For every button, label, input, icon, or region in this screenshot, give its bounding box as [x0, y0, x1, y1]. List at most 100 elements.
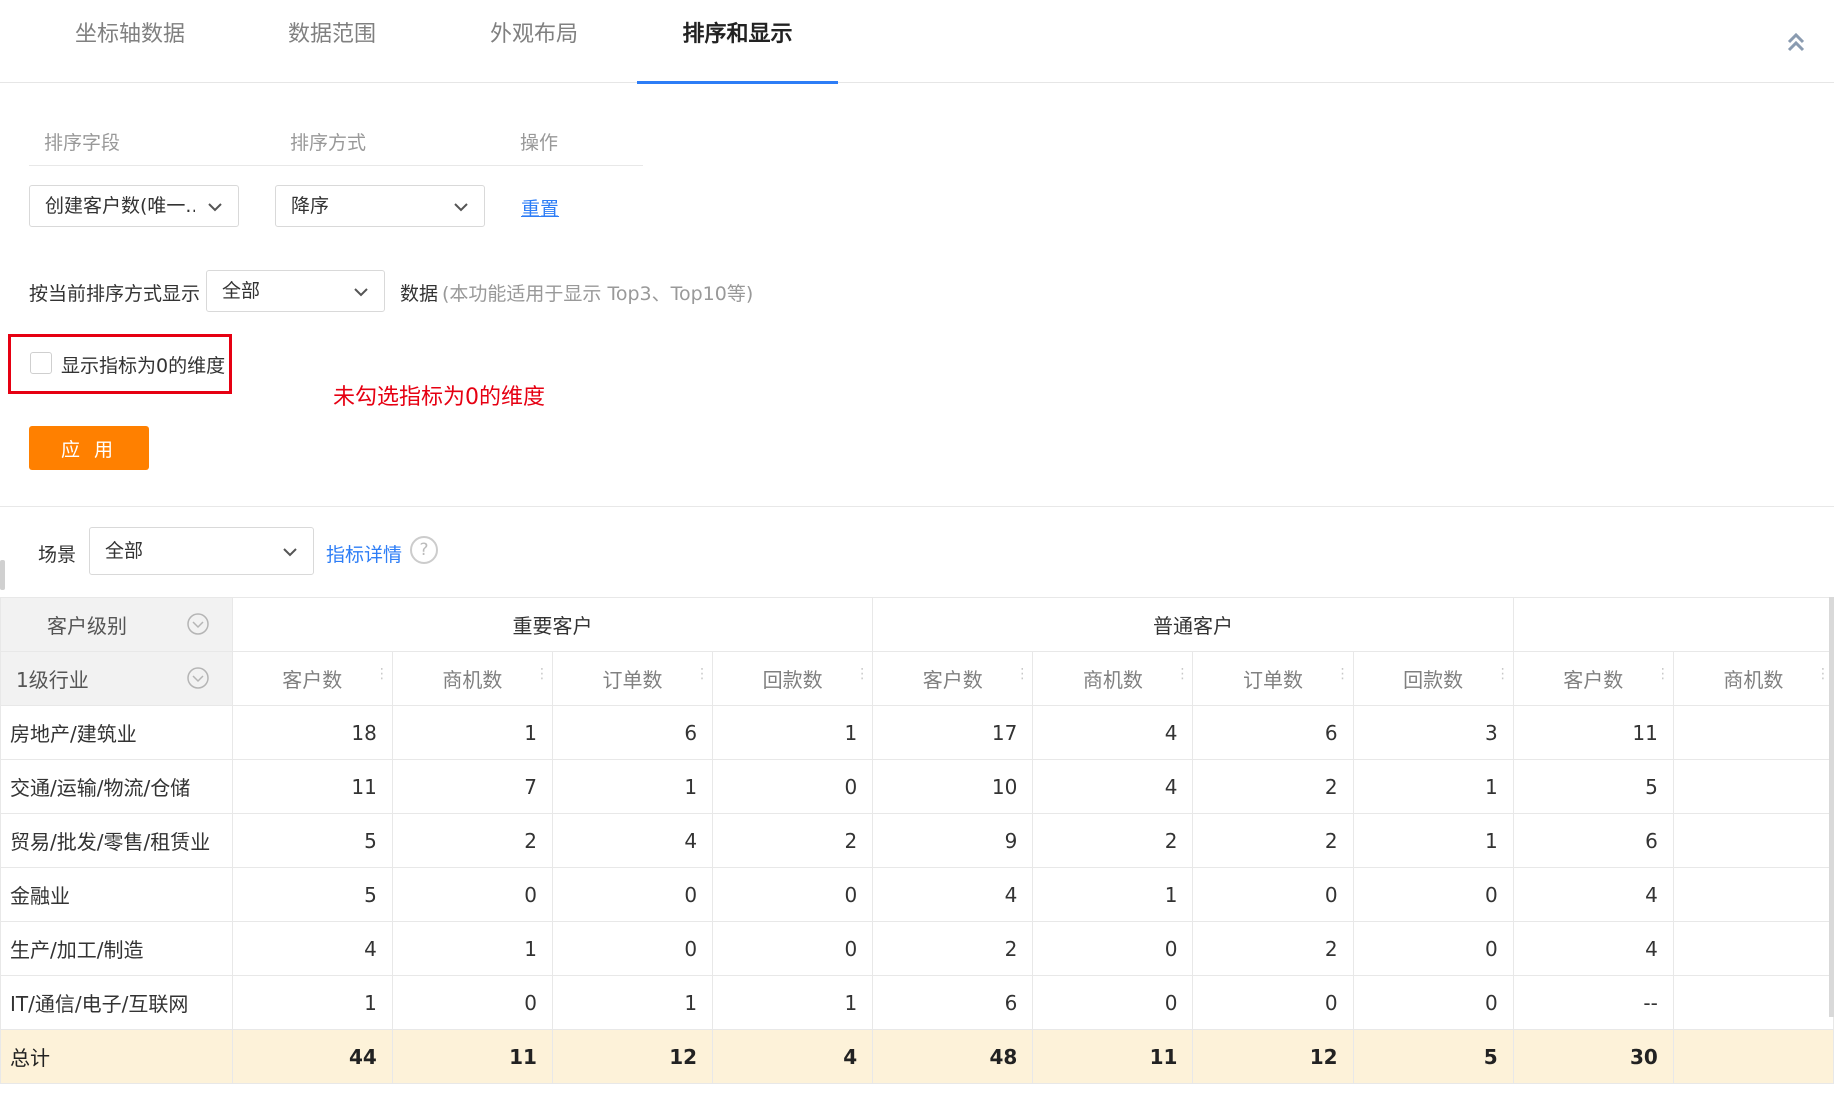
table-row: 交通/运输/物流/仓储 11 7 1 0 10 4 2 1 5: [0, 759, 1834, 814]
table-cell: 0: [712, 759, 874, 814]
table-cell: [1672, 867, 1834, 922]
sort-header-row: 排序字段 排序方式 操作: [29, 124, 643, 166]
total-row: 总计 44 11 12 4 48 11 12 5 30: [0, 1029, 1834, 1084]
show-zero-dimension-checkbox[interactable]: [30, 352, 52, 374]
table-cell: 0: [1352, 975, 1514, 1030]
row-dimension: IT/通信/电子/互联网: [0, 975, 233, 1030]
group-header-third: [1512, 597, 1834, 652]
table-cell: 5: [231, 867, 393, 922]
total-cell: 30: [1512, 1029, 1674, 1084]
data-table: 客户级别 重要客户 普通客户 1级行业 客户数 ⋮ 商机数 ⋮ 订单数 ⋮ 回款…: [0, 597, 1834, 1084]
reset-link[interactable]: 重置: [521, 194, 559, 221]
display-count-select[interactable]: 全部: [206, 270, 385, 312]
sort-field-value: 创建客户数(唯一...: [45, 195, 195, 217]
circle-chevron-down-icon[interactable]: [186, 612, 210, 636]
chevron-down-icon: [283, 548, 297, 557]
table-cell: 1: [551, 759, 714, 814]
table-cell: 6: [551, 705, 714, 760]
sort-field-select[interactable]: 创建客户数(唯一...: [29, 185, 239, 227]
vertical-scrollbar[interactable]: [1829, 597, 1834, 1017]
table-cell: 6: [1192, 705, 1354, 760]
total-cell: 11: [391, 1029, 553, 1084]
table-cell: 5: [231, 813, 393, 868]
metric-header[interactable]: 商机数: [1032, 651, 1194, 706]
table-cell: 1: [1352, 759, 1514, 814]
table-cell: 1: [231, 975, 393, 1030]
table-cell: 6: [872, 975, 1034, 1030]
table-cell: 2: [1192, 759, 1354, 814]
scene-value: 全部: [105, 540, 144, 562]
metric-header[interactable]: 回款数: [1352, 651, 1514, 706]
metric-header[interactable]: 客户数: [872, 651, 1034, 706]
metric-header[interactable]: 商机数: [1672, 651, 1834, 706]
table-cell: 1: [1032, 867, 1194, 922]
chevron-down-icon: [454, 203, 468, 212]
double-chevron-up-icon: [1787, 32, 1805, 52]
show-zero-dimension-label[interactable]: 显示指标为0的维度: [61, 351, 225, 378]
table-cell: 0: [551, 921, 714, 976]
row-dimension: 金融业: [0, 867, 233, 922]
total-cell: 11: [1032, 1029, 1194, 1084]
table-cell: 0: [1352, 921, 1514, 976]
industry-header[interactable]: 1级行业: [0, 651, 233, 706]
resize-handle[interactable]: [0, 560, 5, 590]
help-icon[interactable]: ?: [410, 536, 438, 564]
table-cell: 3: [1352, 705, 1514, 760]
sort-order-select[interactable]: 降序: [275, 185, 485, 227]
metric-header-row: 1级行业 客户数 商机数 订单数 回款数 客户数 商机数 订单数 回款数 客户数…: [0, 651, 1834, 706]
table-cell: 10: [872, 759, 1034, 814]
chevron-down-icon: [208, 203, 222, 212]
table-cell: 2: [1192, 813, 1354, 868]
collapse-button[interactable]: [1778, 24, 1814, 60]
metric-header[interactable]: 商机数: [391, 651, 553, 706]
table-cell: 1: [712, 705, 874, 760]
metric-header[interactable]: 订单数: [1192, 651, 1354, 706]
table-cell: 6: [1512, 813, 1674, 868]
table-row: IT/通信/电子/互联网 1 0 1 1 6 0 0 0 --: [0, 975, 1834, 1030]
table-cell: 17: [872, 705, 1034, 760]
circle-chevron-down-icon[interactable]: [186, 666, 210, 690]
metric-details-link[interactable]: 指标详情: [326, 540, 402, 567]
tab-axis-data[interactable]: 坐标轴数据: [40, 0, 220, 83]
table-cell: 4: [1512, 867, 1674, 922]
table-cell: 11: [1512, 705, 1674, 760]
metric-header[interactable]: 客户数: [231, 651, 393, 706]
tab-appearance-layout[interactable]: 外观布局: [444, 0, 624, 83]
table-cell: [1672, 813, 1834, 868]
apply-button[interactable]: 应 用: [29, 426, 149, 470]
table-cell: 1: [391, 705, 553, 760]
table-cell: 4: [551, 813, 714, 868]
table-cell: 4: [872, 867, 1034, 922]
table-cell: 2: [872, 921, 1034, 976]
section-divider: [0, 506, 1834, 507]
scene-select[interactable]: 全部: [89, 527, 314, 575]
table-row: 生产/加工/制造 4 1 0 0 2 0 2 0 4: [0, 921, 1834, 976]
table-cell: 0: [1192, 975, 1354, 1030]
table-cell: 7: [391, 759, 553, 814]
total-cell: 44: [231, 1029, 393, 1084]
row-dimension: 交通/运输/物流/仓储: [0, 759, 233, 814]
metric-header[interactable]: 回款数: [712, 651, 874, 706]
table-cell: 2: [1192, 921, 1354, 976]
table-cell: 2: [391, 813, 553, 868]
customer-level-label: 客户级别: [47, 614, 127, 638]
table-cell: [1672, 759, 1834, 814]
metric-header[interactable]: 订单数: [551, 651, 714, 706]
table-cell: 0: [391, 867, 553, 922]
sort-order-header: 排序方式: [290, 132, 367, 154]
sort-action-header: 操作: [520, 132, 559, 154]
display-hint: (本功能适用于显示 Top3、Top10等): [442, 283, 754, 305]
customer-level-header[interactable]: 客户级别: [0, 597, 233, 652]
metric-header[interactable]: 客户数: [1512, 651, 1674, 706]
table-cell: 0: [551, 867, 714, 922]
sort-field-header: 排序字段: [44, 132, 121, 154]
tab-data-range[interactable]: 数据范围: [242, 0, 422, 83]
tab-sort-display[interactable]: 排序和显示: [637, 0, 838, 84]
scene-label: 场景: [38, 544, 77, 566]
table-cell: 0: [1192, 867, 1354, 922]
tab-bar: 坐标轴数据 数据范围 外观布局 排序和显示: [0, 0, 1834, 84]
display-suffix: 数据: [400, 283, 439, 305]
table-cell: 1: [712, 975, 874, 1030]
group-header-row: 客户级别 重要客户 普通客户: [0, 597, 1834, 652]
sort-order-value: 降序: [291, 195, 330, 217]
